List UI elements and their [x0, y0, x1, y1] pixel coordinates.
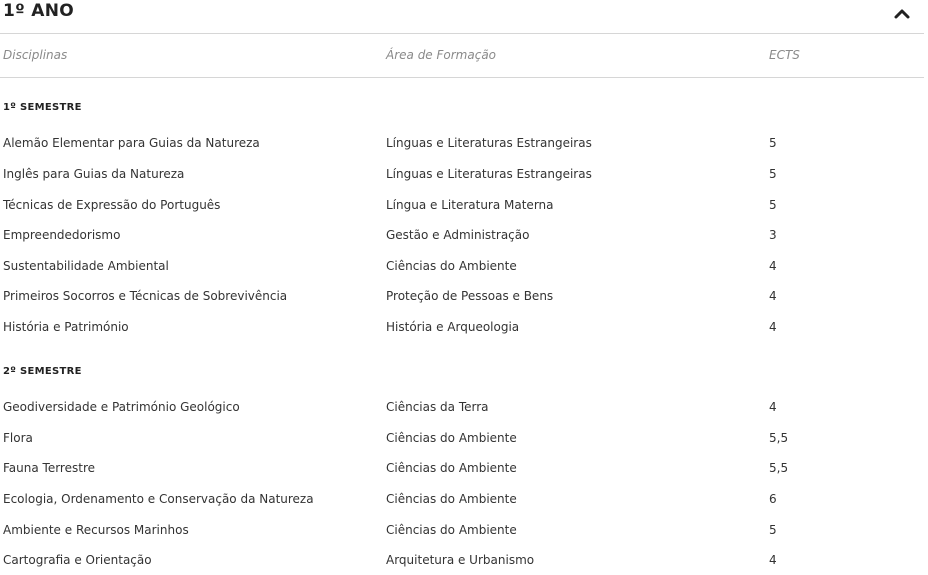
ects-cell: 4 — [769, 259, 777, 273]
discipline-cell: Inglês para Guias da Natureza — [3, 167, 185, 181]
table-row: Ambiente e Recursos Marinhos Ciências do… — [0, 523, 924, 541]
area-cell: Ciências do Ambiente — [386, 461, 517, 475]
discipline-cell: Cartografia e Orientação — [3, 553, 152, 567]
table-row: Técnicas de Expressão do Português Língu… — [0, 198, 924, 216]
table-row: Primeiros Socorros e Técnicas de Sobrevi… — [0, 289, 924, 307]
ects-cell: 4 — [769, 553, 777, 567]
ects-cell: 4 — [769, 289, 777, 303]
header-divider — [0, 77, 924, 78]
discipline-cell: Fauna Terrestre — [3, 461, 95, 475]
area-cell: Ciências do Ambiente — [386, 259, 517, 273]
chevron-up-icon[interactable] — [892, 4, 912, 22]
semester-title: 2º SEMESTRE — [3, 366, 82, 377]
discipline-cell: Empreendedorismo — [3, 228, 121, 242]
table-row: Empreendedorismo Gestão e Administração … — [0, 228, 924, 246]
area-cell: Gestão e Administração — [386, 228, 530, 242]
area-cell: Línguas e Literaturas Estrangeiras — [386, 167, 592, 181]
discipline-cell: Flora — [3, 431, 33, 445]
discipline-cell: Primeiros Socorros e Técnicas de Sobrevi… — [3, 289, 288, 303]
ects-cell: 5 — [769, 136, 777, 150]
discipline-cell: Técnicas de Expressão do Português — [3, 198, 221, 212]
column-header-area: Área de Formação — [386, 48, 497, 62]
ects-cell: 5 — [769, 523, 777, 537]
semester-title: 1º SEMESTRE — [3, 102, 82, 113]
year-title: 1º ANO — [3, 1, 74, 21]
table-row: História e Património História e Arqueol… — [0, 320, 924, 338]
ects-cell: 5,5 — [769, 431, 789, 445]
column-header-ects: ECTS — [769, 48, 800, 62]
table-row: Fauna Terrestre Ciências do Ambiente 5,5 — [0, 461, 924, 479]
ects-cell: 6 — [769, 492, 777, 506]
table-row: Sustentabilidade Ambiental Ciências do A… — [0, 259, 924, 277]
year-header[interactable]: 1º ANO — [0, 0, 924, 34]
ects-cell: 4 — [769, 320, 777, 334]
table-row: Alemão Elementar para Guias da Natureza … — [0, 136, 924, 154]
discipline-cell: Alemão Elementar para Guias da Natureza — [3, 136, 260, 150]
area-cell: História e Arqueologia — [386, 320, 520, 334]
discipline-cell: Ambiente e Recursos Marinhos — [3, 523, 189, 537]
discipline-cell: Ecologia, Ordenamento e Conservação da N… — [3, 492, 314, 506]
table-row: Cartografia e Orientação Arquitetura e U… — [0, 553, 924, 571]
area-cell: Ciências da Terra — [386, 400, 489, 414]
discipline-cell: Sustentabilidade Ambiental — [3, 259, 169, 273]
ects-cell: 5,5 — [769, 461, 789, 475]
ects-cell: 5 — [769, 198, 777, 212]
area-cell: Ciências do Ambiente — [386, 523, 517, 537]
ects-cell: 3 — [769, 228, 777, 242]
table-row: Ecologia, Ordenamento e Conservação da N… — [0, 492, 924, 510]
column-header-discipline: Disciplinas — [3, 48, 68, 62]
table-row: Inglês para Guias da Natureza Línguas e … — [0, 167, 924, 185]
area-cell: Ciências do Ambiente — [386, 492, 517, 506]
area-cell: Língua e Literatura Materna — [386, 198, 554, 212]
discipline-cell: História e Património — [3, 320, 129, 334]
area-cell: Línguas e Literaturas Estrangeiras — [386, 136, 592, 150]
discipline-cell: Geodiversidade e Património Geológico — [3, 400, 240, 414]
ects-cell: 4 — [769, 400, 777, 414]
area-cell: Arquitetura e Urbanismo — [386, 553, 535, 567]
ects-cell: 5 — [769, 167, 777, 181]
area-cell: Proteção de Pessoas e Bens — [386, 289, 554, 303]
table-row: Flora Ciências do Ambiente 5,5 — [0, 431, 924, 449]
table-row: Geodiversidade e Património Geológico Ci… — [0, 400, 924, 418]
area-cell: Ciências do Ambiente — [386, 431, 517, 445]
